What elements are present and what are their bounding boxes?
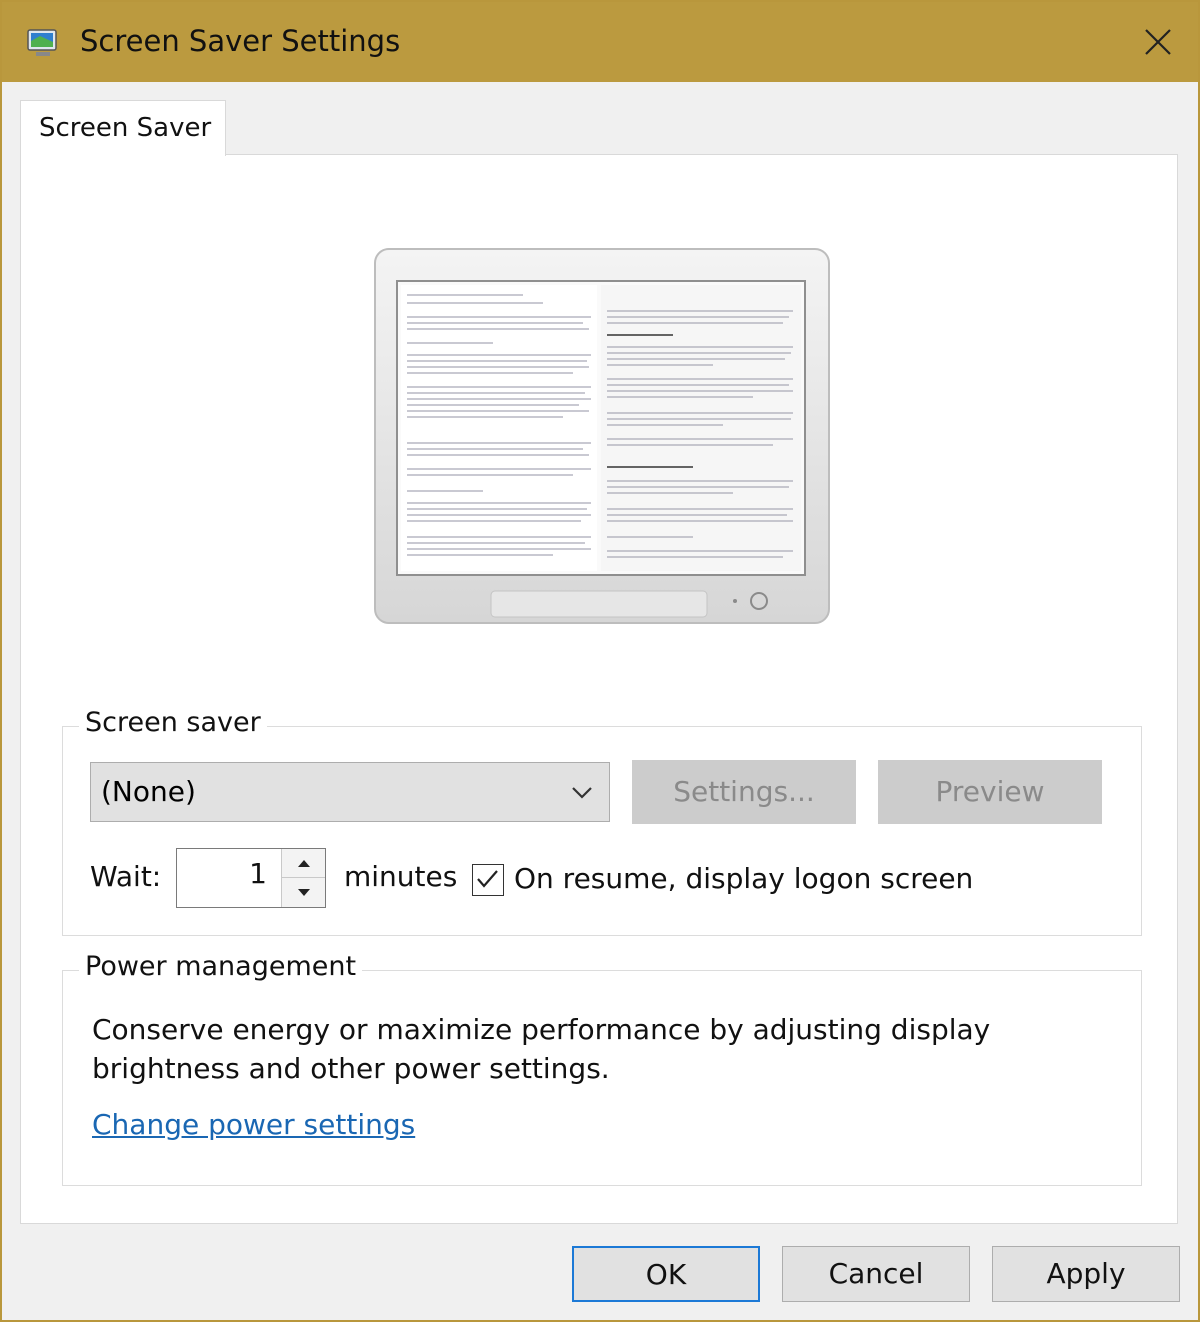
decrement-button[interactable] (282, 878, 325, 907)
close-icon (1145, 29, 1171, 55)
change-power-settings-link[interactable]: Change power settings (92, 1108, 415, 1141)
logon-screen-checkbox[interactable] (472, 864, 504, 896)
screen-saver-group-title: Screen saver (79, 707, 267, 738)
screen-saver-preview-monitor (374, 248, 830, 624)
screen-saver-dropdown[interactable]: (None) (90, 762, 610, 822)
monitor-app-icon (27, 29, 57, 56)
close-button[interactable] (1118, 2, 1198, 82)
stepper-buttons (281, 849, 325, 907)
wait-minutes-value: 1 (249, 857, 267, 890)
power-description: Conserve energy or maximize performance … (92, 1013, 991, 1085)
tab-screen-saver[interactable]: Screen Saver (20, 100, 226, 156)
settings-button[interactable]: Settings... (632, 760, 856, 824)
logon-screen-label[interactable]: On resume, display logon screen (514, 862, 973, 895)
window-title: Screen Saver Settings (80, 24, 401, 58)
increment-button[interactable] (282, 849, 325, 878)
wait-label: Wait: (90, 860, 162, 893)
chevron-down-icon (572, 787, 592, 799)
screen-saver-dialog: Screen Saver Settings Screen Saver Scree… (0, 0, 1200, 1322)
power-management-title: Power management (79, 951, 363, 982)
arrow-up-icon (297, 860, 310, 867)
wait-minutes-stepper[interactable]: 1 (176, 848, 326, 908)
title-bar[interactable]: Screen Saver Settings (2, 2, 1198, 82)
minutes-label: minutes (344, 860, 458, 893)
cancel-button[interactable]: Cancel (782, 1246, 970, 1302)
arrow-down-icon (297, 888, 310, 896)
apply-button[interactable]: Apply (992, 1246, 1180, 1302)
preview-button[interactable]: Preview (878, 760, 1102, 824)
ok-button[interactable]: OK (572, 1246, 760, 1302)
screen-saver-selected: (None) (101, 775, 196, 808)
checkmark-icon (477, 870, 498, 888)
